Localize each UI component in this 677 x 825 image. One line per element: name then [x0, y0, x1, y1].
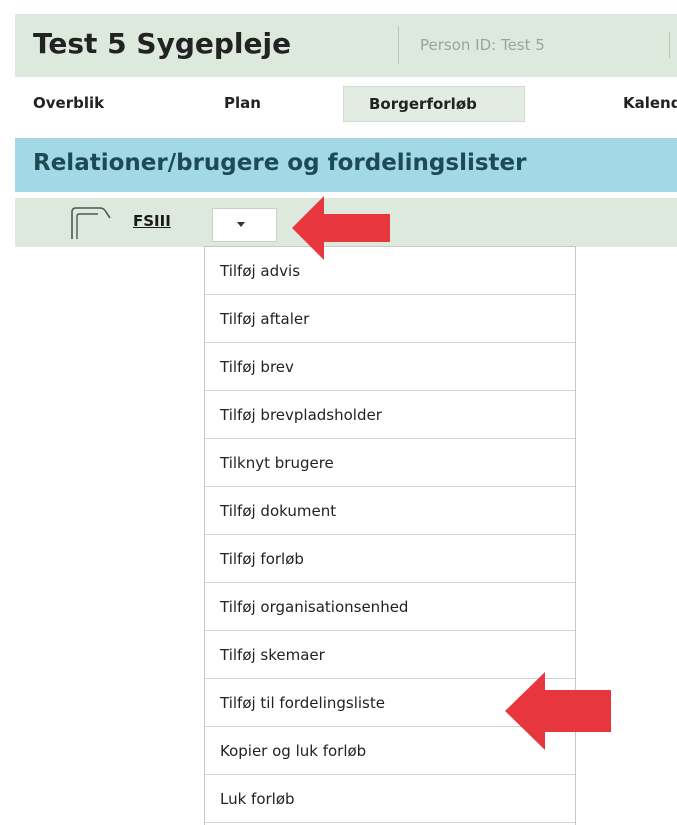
tab-label: Kalender — [623, 94, 677, 112]
menu-item-tilfoej-brevpladsholder[interactable]: Tilføj brevpladsholder — [205, 391, 575, 439]
tab-borgerforloeb[interactable]: Borgerforløb — [343, 86, 525, 122]
app-header: Test 5 Sygepleje Person ID: Test 5 4 — [15, 14, 677, 77]
page-title: Test 5 Sygepleje — [33, 27, 292, 60]
tab-label: Overblik — [33, 94, 105, 112]
tab-label: Plan — [224, 94, 261, 112]
menu-item-luk-forloeb[interactable]: Luk forløb — [205, 775, 575, 823]
menu-item-tilfoej-dokument[interactable]: Tilføj dokument — [205, 487, 575, 535]
header-divider — [398, 26, 399, 64]
person-id-label: Person ID: Test 5 — [420, 36, 545, 54]
header-divider — [669, 32, 670, 58]
tab-overblik[interactable]: Overblik — [33, 86, 104, 120]
main-tabs: Overblik Plan Borgerforløb Kalender — [15, 82, 677, 128]
menu-item-tilfoej-brev[interactable]: Tilføj brev — [205, 343, 575, 391]
actions-dropdown-toggle[interactable] — [212, 208, 277, 242]
menu-item-tilfoej-aftaler[interactable]: Tilføj aftaler — [205, 295, 575, 343]
folder-icon — [71, 207, 111, 239]
menu-item-tilfoej-organisationsenhed[interactable]: Tilføj organisationsenhed — [205, 583, 575, 631]
annotation-arrow-icon — [505, 672, 611, 750]
menu-item-tilknyt-brugere[interactable]: Tilknyt brugere — [205, 439, 575, 487]
tab-plan[interactable]: Plan — [224, 86, 261, 120]
menu-item-tilfoej-forloeb[interactable]: Tilføj forløb — [205, 535, 575, 583]
section-title: Relationer/brugere og fordelingslister — [33, 150, 527, 176]
section-header: Relationer/brugere og fordelingslister — [15, 138, 677, 192]
tab-label: Borgerforløb — [369, 95, 477, 113]
caret-down-icon — [237, 222, 245, 227]
annotation-arrow-icon — [292, 196, 390, 260]
fsiii-link[interactable]: FSIII — [133, 212, 171, 230]
tab-kalender[interactable]: Kalender — [623, 86, 677, 120]
